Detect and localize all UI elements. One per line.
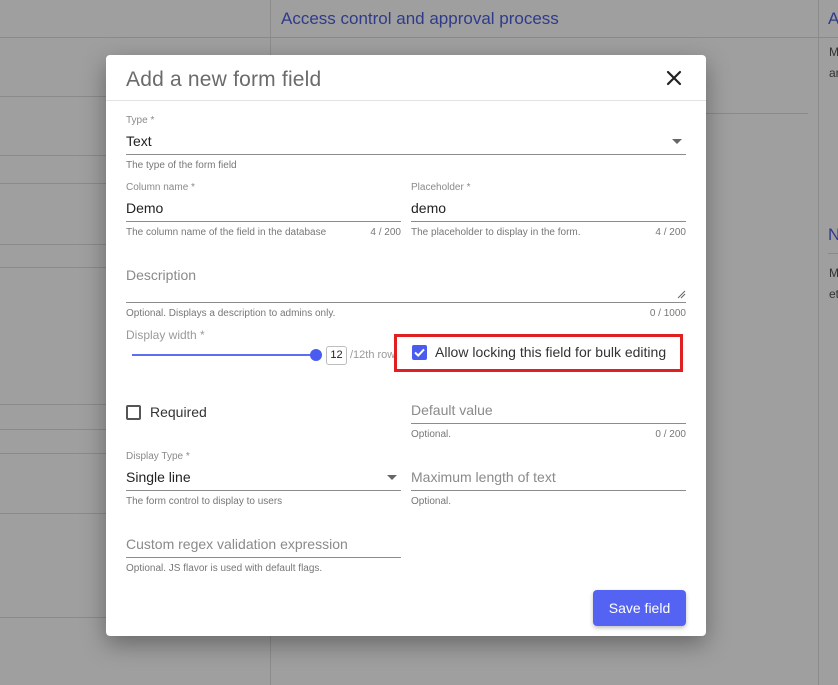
type-label: Type * xyxy=(126,115,155,126)
display-width-label: Display width * xyxy=(126,328,205,342)
placeholder-value: demo xyxy=(411,200,447,216)
divider xyxy=(0,617,106,618)
field-underline xyxy=(411,221,686,222)
required-checkbox[interactable] xyxy=(126,405,141,420)
column-name-hint: The column name of the field in the data… xyxy=(126,227,327,238)
column-name-value: Demo xyxy=(126,200,164,216)
divider xyxy=(0,244,106,245)
placeholder-hint: The placeholder to display in the form. xyxy=(411,227,581,238)
column-name-counter: 4 / 200 xyxy=(370,227,401,238)
placeholder-counter: 4 / 200 xyxy=(655,227,686,238)
default-value-hint: Optional. xyxy=(411,429,452,440)
divider xyxy=(828,253,838,254)
type-hint: The type of the form field xyxy=(126,160,237,171)
default-value-placeholder: Default value xyxy=(411,402,493,418)
field-underline xyxy=(411,490,686,491)
section-text-partial: ar xyxy=(829,66,838,80)
display-type-hint: The form control to display to users xyxy=(126,496,283,507)
divider xyxy=(0,267,106,268)
section-heading-partial: A xyxy=(828,9,838,28)
display-width-value: 12 xyxy=(326,346,347,365)
max-length-hint: Optional. xyxy=(411,496,452,507)
divider xyxy=(706,113,808,114)
description-placeholder: Description xyxy=(126,267,197,283)
divider xyxy=(0,155,106,156)
section-heading: Access control and approval process xyxy=(281,9,559,28)
display-width-suffix: /12th row xyxy=(350,349,396,361)
column-divider xyxy=(818,0,819,685)
chevron-down-icon xyxy=(387,475,397,480)
dialog-title: Add a new form field xyxy=(126,68,322,91)
display-type-value: Single line xyxy=(126,469,191,485)
column-name-label: Column name * xyxy=(126,182,195,193)
dialog-header: Add a new form field xyxy=(106,55,706,101)
field-underline xyxy=(126,154,686,155)
chevron-down-icon xyxy=(672,139,682,144)
field-underline xyxy=(126,557,401,558)
display-width-slider-thumb[interactable] xyxy=(310,349,322,361)
display-type-select[interactable]: Display Type * Single line xyxy=(126,451,401,491)
regex-hint: Optional. JS flavor is used with default… xyxy=(126,563,323,574)
check-icon xyxy=(414,348,425,358)
allow-locking-checkbox[interactable] xyxy=(412,345,427,360)
type-value: Text xyxy=(126,133,152,149)
section-heading-partial: N xyxy=(828,225,838,244)
regex-placeholder: Custom regex validation expression xyxy=(126,536,348,552)
section-text-partial: M xyxy=(829,266,838,280)
display-type-label: Display Type * xyxy=(126,451,190,462)
placeholder-input[interactable]: Placeholder * demo xyxy=(411,182,686,222)
field-underline xyxy=(126,302,686,303)
column-name-input[interactable]: Column name * Demo xyxy=(126,182,401,222)
divider xyxy=(0,404,106,405)
default-value-input[interactable]: Default value xyxy=(411,395,686,424)
default-value-counter: 0 / 200 xyxy=(655,429,686,440)
description-counter: 0 / 1000 xyxy=(649,308,686,319)
display-width-slider-track[interactable] xyxy=(132,354,316,356)
field-underline xyxy=(126,221,401,222)
max-length-input[interactable]: Maximum length of text xyxy=(411,462,686,491)
field-underline xyxy=(411,423,686,424)
close-icon[interactable] xyxy=(662,66,686,90)
regex-input[interactable]: Custom regex validation expression xyxy=(126,529,401,558)
add-form-field-dialog: Add a new form field Type * Text The typ… xyxy=(106,55,706,636)
description-textarea[interactable]: Description xyxy=(126,263,686,303)
divider xyxy=(0,513,106,514)
type-select[interactable]: Type * Text xyxy=(126,115,686,155)
divider xyxy=(0,96,106,97)
placeholder-label: Placeholder * xyxy=(411,182,471,193)
allow-locking-label[interactable]: Allow locking this field for bulk editin… xyxy=(435,344,666,360)
save-field-button[interactable]: Save field xyxy=(593,590,686,626)
divider xyxy=(0,453,106,454)
divider xyxy=(0,183,106,184)
field-underline xyxy=(126,490,401,491)
divider xyxy=(0,37,838,38)
max-length-placeholder: Maximum length of text xyxy=(411,469,556,485)
resize-handle-icon[interactable] xyxy=(677,290,686,299)
required-label[interactable]: Required xyxy=(150,404,207,420)
divider xyxy=(0,429,106,430)
description-hint: Optional. Displays a description to admi… xyxy=(126,308,336,319)
section-text-partial: M xyxy=(829,45,838,59)
section-text-partial: et xyxy=(829,287,838,301)
